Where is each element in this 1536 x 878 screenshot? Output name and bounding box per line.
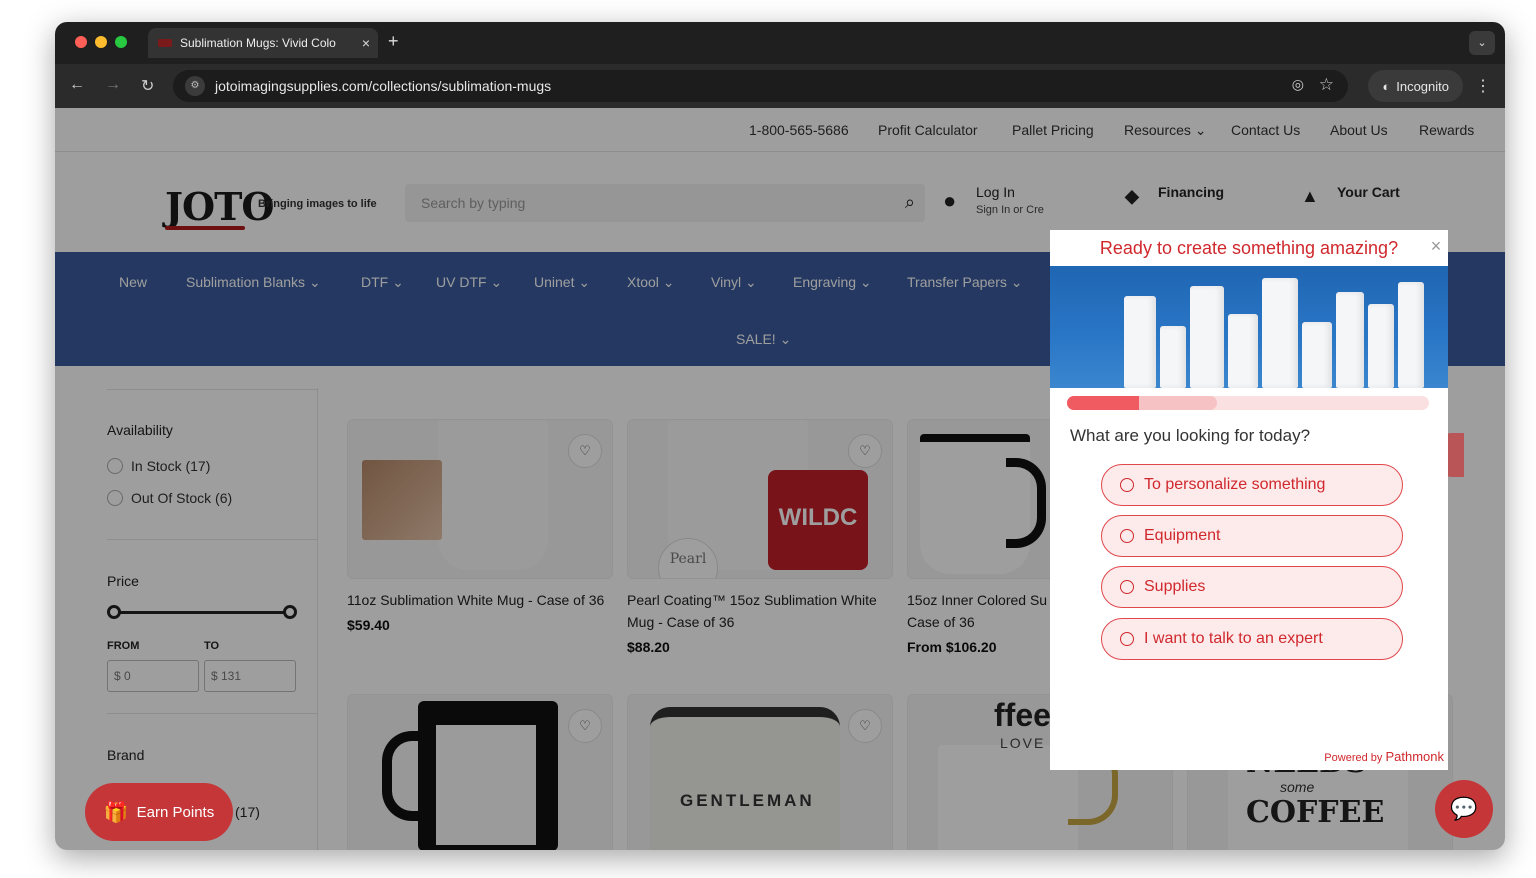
option-personalize[interactable]: To personalize something	[1101, 464, 1403, 506]
option-label: Equipment	[1144, 527, 1221, 544]
powered-by-label: Powered by	[1324, 752, 1383, 764]
tab-bar: Sublimation Mugs: Vivid Colo × + ⌄	[55, 22, 1505, 64]
hero-image	[1050, 266, 1448, 388]
tumbler-shape	[1124, 296, 1156, 388]
tab-search-button[interactable]: ⌄	[1469, 31, 1495, 55]
option-equipment[interactable]: Equipment	[1101, 515, 1403, 557]
browser-window: Sublimation Mugs: Vivid Colo × + ⌄ ← → ↻…	[55, 22, 1505, 850]
new-tab-button[interactable]: +	[388, 31, 399, 52]
radio-circle	[1120, 478, 1134, 492]
tab-title: Sublimation Mugs: Vivid Colo	[180, 36, 336, 50]
modal-title: Ready to create something amazing?	[1099, 238, 1399, 258]
browser-menu-icon[interactable]: ⋮	[1475, 76, 1491, 96]
radio-circle	[1120, 632, 1134, 646]
incognito-icon: ◐	[1382, 78, 1391, 94]
progress-fill	[1067, 396, 1139, 410]
close-icon[interactable]: ×	[1426, 236, 1446, 256]
incognito-badge[interactable]: ◐ Incognito	[1368, 70, 1463, 102]
powered-by[interactable]: Powered by Pathmonk	[1324, 749, 1444, 764]
active-tab[interactable]: Sublimation Mugs: Vivid Colo ×	[148, 28, 378, 58]
back-arrow-icon[interactable]: ←	[69, 76, 85, 94]
option-label: To personalize something	[1144, 476, 1326, 493]
tumbler-shape	[1398, 282, 1424, 388]
chat-button[interactable]: 💬	[1435, 780, 1493, 838]
tumbler-shape	[1336, 292, 1364, 388]
zoom-window-button[interactable]	[115, 36, 127, 48]
reload-icon[interactable]: ↻	[141, 76, 154, 96]
tumbler-shape	[1228, 314, 1258, 388]
close-window-button[interactable]	[75, 36, 87, 48]
forward-arrow-icon[interactable]: →	[105, 76, 121, 94]
tumbler-shape	[1262, 278, 1298, 388]
quiz-question: What are you looking for today?	[1070, 426, 1311, 445]
favicon-icon	[158, 39, 172, 47]
tumbler-shape	[1368, 304, 1394, 388]
incognito-label: Incognito	[1396, 78, 1449, 94]
radio-circle	[1120, 580, 1134, 594]
browser-toolbar: ← → ↻ ⚙ jotoimagingsupplies.com/collecti…	[55, 64, 1505, 108]
address-bar[interactable]: ⚙ jotoimagingsupplies.com/collections/su…	[173, 70, 1348, 102]
tumbler-shape	[1160, 326, 1186, 388]
earn-points-label: Earn Points	[136, 803, 215, 821]
option-supplies[interactable]: Supplies	[1101, 566, 1403, 608]
powered-brand: Pathmonk	[1385, 749, 1444, 764]
option-label: Supplies	[1144, 578, 1206, 595]
tab-close-icon[interactable]: ×	[354, 35, 378, 51]
url-text: jotoimagingsupplies.com/collections/subl…	[215, 78, 552, 94]
radio-circle	[1120, 529, 1134, 543]
quiz-modal: Ready to create something amazing? × Wha…	[1050, 230, 1448, 770]
tumbler-shape	[1302, 322, 1332, 388]
gift-icon: 🎁	[103, 801, 129, 824]
minimize-window-button[interactable]	[95, 36, 107, 48]
site-settings-icon[interactable]: ⚙	[185, 76, 205, 96]
option-expert[interactable]: I want to talk to an expert	[1101, 618, 1403, 660]
chat-icon: 💬	[1450, 796, 1478, 821]
tumbler-shape	[1190, 286, 1224, 388]
web-page: 1-800-565-5686 Profit Calculator Pallet …	[55, 108, 1505, 850]
star-icon[interactable]: ☆	[1319, 75, 1334, 95]
option-label: I want to talk to an expert	[1144, 630, 1323, 647]
earn-points-button[interactable]: 🎁 Earn Points	[85, 783, 233, 841]
eye-off-icon[interactable]: ◎	[1292, 76, 1304, 93]
